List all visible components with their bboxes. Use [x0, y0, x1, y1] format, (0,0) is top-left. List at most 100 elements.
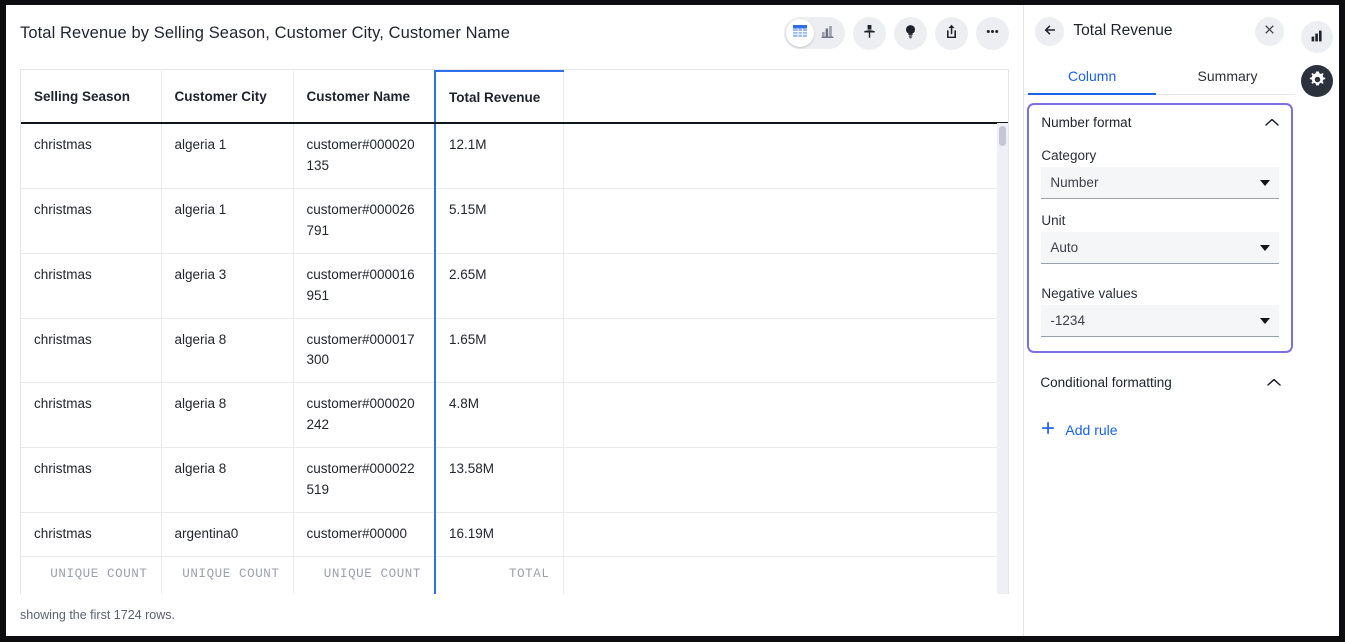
more-icon [984, 23, 1001, 43]
table-row[interactable]: christmas algeria 1 customer#000020135 1… [21, 123, 1008, 188]
plus-icon [1040, 420, 1056, 439]
unit-value: Auto [1050, 240, 1260, 255]
table-row[interactable]: christmas algeria 3 customer#000016951 2… [21, 253, 1008, 318]
table-row[interactable]: christmas algeria 8 customer#000022519 1… [21, 448, 1008, 513]
summary-label: UNIQUE COUNT [175, 565, 280, 584]
cell-selling-season: christmas [21, 383, 161, 448]
share-button[interactable] [935, 17, 968, 50]
summary-label: UNIQUE COUNT [34, 565, 148, 584]
cell-selling-season: christmas [21, 448, 161, 513]
table-icon [792, 23, 808, 44]
view-mode-toggle[interactable] [784, 17, 845, 49]
cell-empty [563, 513, 1008, 557]
column-header-selling-season[interactable]: Selling Season [21, 71, 161, 123]
row-count-status: showing the first 1724 rows. [20, 608, 175, 622]
column-header-customer-city[interactable]: Customer City [161, 71, 293, 123]
rail-chart-button[interactable] [1301, 21, 1333, 53]
lightbulb-icon [902, 23, 919, 43]
chevron-down-icon [1260, 318, 1270, 324]
unit-label: Unit [1041, 213, 1279, 228]
category-select[interactable]: Number [1041, 167, 1279, 199]
chart-view-option[interactable] [814, 19, 842, 47]
chevron-up-icon[interactable] [1265, 115, 1279, 130]
panel-title: Total Revenue [1073, 22, 1246, 40]
cell-empty [563, 123, 1008, 188]
cell-customer-name: customer#000020135 [293, 123, 435, 188]
data-table: Selling Season Customer City Customer Na… [21, 70, 1008, 594]
cell-selling-season: christmas [21, 123, 161, 188]
table-row[interactable]: christmas algeria 8 customer#000020242 4… [21, 383, 1008, 448]
cell-customer-name: customer#000020242 [293, 383, 435, 448]
column-settings-panel: Total Revenue Column Summary Number form… [1023, 5, 1295, 636]
summary-cell-total-revenue: TOTAL 18.05B [435, 556, 563, 594]
tab-summary[interactable]: Summary [1160, 57, 1295, 94]
header-toolbar [784, 17, 1009, 50]
cell-empty [563, 253, 1008, 318]
cell-customer-city: algeria 1 [161, 123, 293, 188]
back-arrow-icon [1042, 22, 1058, 41]
scrollbar-thumb[interactable] [999, 126, 1006, 146]
number-format-heading: Number format [1041, 115, 1131, 130]
cell-customer-city: algeria 8 [161, 318, 293, 383]
table-row[interactable]: christmas argentina0 customer#00000 16.1… [21, 513, 1008, 557]
cell-selling-season: christmas [21, 188, 161, 253]
table-view-option[interactable] [786, 19, 814, 47]
bar-chart-icon [1309, 27, 1326, 47]
summary-value: 18.05B [449, 593, 550, 594]
cell-total-revenue: 12.1M [435, 123, 563, 188]
table-status-bar: showing the first 1724 rows. [6, 594, 1023, 636]
number-format-header[interactable]: Number format [1041, 115, 1279, 134]
pin-button[interactable] [853, 17, 886, 50]
main-content-panel: Total Revenue by Selling Season, Custome… [6, 5, 1023, 636]
negative-values-value: -1234 [1050, 313, 1260, 328]
cell-selling-season: christmas [21, 318, 161, 383]
cell-empty [563, 383, 1008, 448]
table-header-row: Selling Season Customer City Customer Na… [21, 71, 1008, 123]
table-row[interactable]: christmas algeria 1 customer#000026791 5… [21, 188, 1008, 253]
cell-customer-name: customer#000022519 [293, 448, 435, 513]
gear-icon [1308, 70, 1327, 92]
table-summary-row: UNIQUE COUNT 5 UNIQUE COUNT 248 UNIQUE C… [21, 556, 1008, 594]
summary-value: 248 [175, 593, 280, 594]
panel-back-button[interactable] [1035, 17, 1064, 46]
panel-body: Number format Category Number Unit Auto [1024, 95, 1295, 636]
cell-customer-city: algeria 3 [161, 253, 293, 318]
conditional-formatting-heading: Conditional formatting [1040, 375, 1171, 390]
cell-empty [563, 448, 1008, 513]
rail-settings-button[interactable] [1301, 65, 1333, 97]
column-header-total-revenue[interactable]: Total Revenue [435, 71, 563, 123]
cell-customer-city: argentina0 [161, 513, 293, 557]
table-row[interactable]: christmas algeria 8 customer#000017300 1… [21, 318, 1008, 383]
unit-select[interactable]: Auto [1041, 232, 1279, 264]
summary-cell-customer-name: UNIQUE COUNT 1.18K [293, 556, 435, 594]
negative-values-select[interactable]: -1234 [1041, 305, 1279, 337]
summary-value: 5 [34, 593, 148, 594]
cell-empty [563, 188, 1008, 253]
table-vertical-scrollbar[interactable] [997, 123, 1008, 594]
main-header: Total Revenue by Selling Season, Custome… [6, 5, 1023, 61]
panel-close-button[interactable] [1255, 17, 1284, 46]
chevron-up-icon[interactable] [1267, 375, 1281, 390]
number-format-section: Number format Category Number Unit Auto [1027, 103, 1293, 353]
page-title: Total Revenue by Selling Season, Custome… [20, 24, 510, 43]
chevron-down-icon [1260, 245, 1270, 251]
cell-customer-name: customer#000016951 [293, 253, 435, 318]
share-icon [943, 23, 960, 43]
add-rule-button[interactable]: Add rule [1040, 420, 1281, 439]
cell-total-revenue: 5.15M [435, 188, 563, 253]
cell-total-revenue: 2.65M [435, 253, 563, 318]
panel-tabs: Column Summary [1024, 57, 1295, 95]
conditional-formatting-header[interactable]: Conditional formatting [1040, 369, 1281, 394]
cell-selling-season: christmas [21, 253, 161, 318]
cell-total-revenue: 16.19M [435, 513, 563, 557]
app-window: Total Revenue by Selling Season, Custome… [0, 0, 1345, 642]
tab-column[interactable]: Column [1024, 57, 1159, 94]
summary-value: 1.18K [307, 593, 422, 594]
category-label: Category [1041, 148, 1279, 163]
panel-header: Total Revenue [1024, 5, 1295, 57]
insight-button[interactable] [894, 17, 927, 50]
cell-customer-city: algeria 8 [161, 383, 293, 448]
column-header-customer-name[interactable]: Customer Name [293, 71, 435, 123]
more-options-button[interactable] [976, 17, 1009, 50]
data-table-container: Selling Season Customer City Customer Na… [20, 69, 1009, 594]
